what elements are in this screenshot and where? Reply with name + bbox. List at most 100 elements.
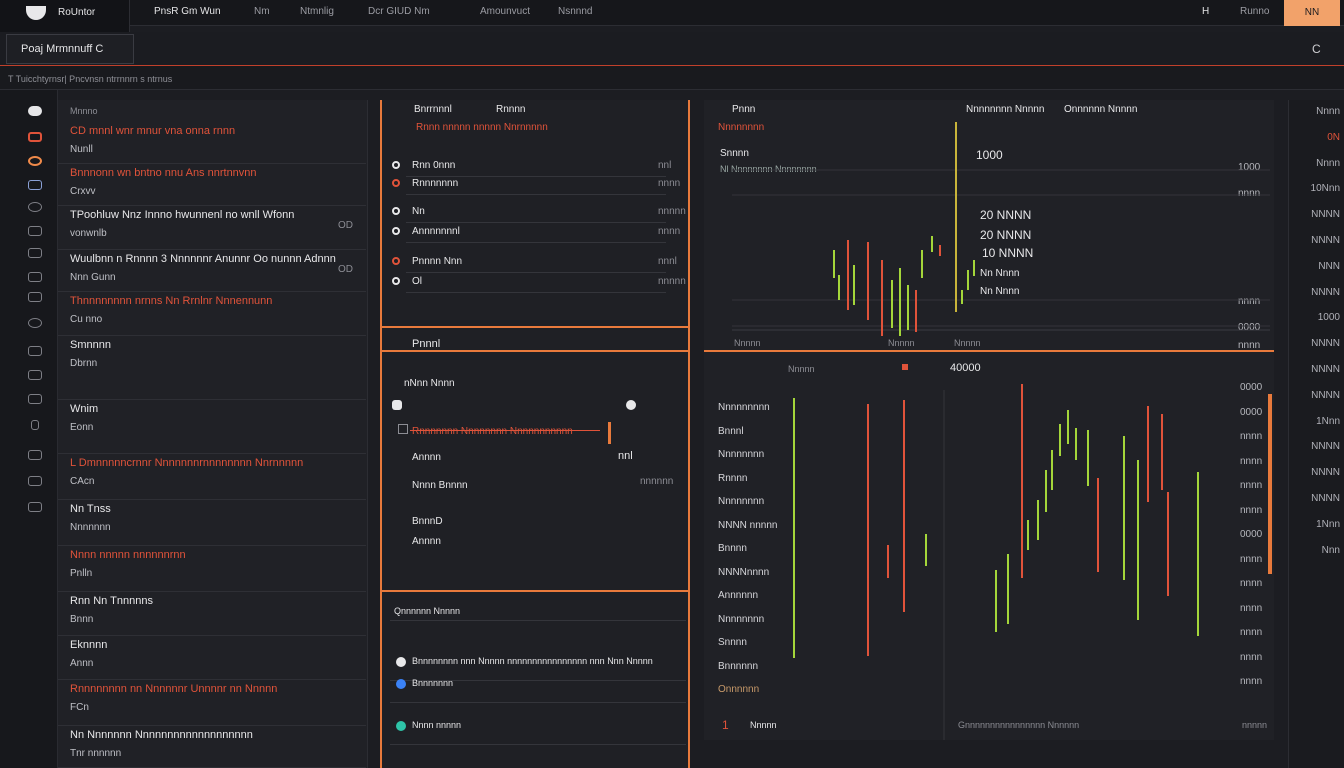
left-label: Onnnnnn	[718, 684, 760, 695]
bell-icon[interactable]	[28, 346, 42, 356]
right-value: NNNN	[1311, 286, 1340, 298]
bottom-axis-label: nnnn	[1240, 431, 1263, 442]
watchlist-row[interactable]: Bnnnonn wn bntno nnu Ans nnrtnnvnn Crxvv	[58, 164, 366, 206]
watchlist-row[interactable]: Wuulbnn n Rnnnn 3 Nnnnnnr Anunnr Oo nunn…	[58, 250, 366, 292]
watchlist-row[interactable]: Rnnnnnnnn nn Nnnnnnr Unnnnr nn Nnnnn FCn	[58, 680, 366, 726]
symbol-tab[interactable]: Poaj Mrmnnuff C	[6, 34, 134, 64]
login-link[interactable]: Runno	[1240, 6, 1269, 17]
watchlist-row[interactable]: Nn Tnss Nnnnnnn	[58, 500, 366, 546]
close-icon[interactable]: C	[1312, 42, 1321, 56]
mid-item[interactable]: Nnnn Bnnnn	[412, 480, 468, 491]
chart-canvas[interactable]	[704, 100, 1274, 740]
legend-1[interactable]: Nnnnn	[888, 338, 915, 348]
watchlist-row[interactable]: Smnnnn Dbrnn	[58, 336, 366, 400]
right-value: NNN	[1318, 260, 1340, 272]
nav-item-1[interactable]: Nm	[254, 6, 270, 17]
bottom-axis-label: nnnn	[1240, 627, 1263, 638]
brand-area[interactable]: RoUntor	[0, 0, 130, 32]
mid-item[interactable]: Annnn	[412, 452, 441, 463]
book-divider-1	[382, 326, 688, 328]
watchlist-row[interactable]: Nnnn nnnnn nnnnnnrnn Pnlln	[58, 546, 366, 592]
book-divider-3	[382, 590, 688, 592]
settings-icon[interactable]	[28, 318, 42, 328]
nav-item-3[interactable]: Dcr GIUD Nm	[368, 6, 430, 17]
left-label: NNNN nnnnn	[718, 519, 778, 531]
mid-item[interactable]: Annnn	[412, 536, 441, 547]
watchlist-sub: Pnlln	[70, 568, 93, 579]
watchlist-sub: Nunll	[70, 144, 93, 155]
grid-icon[interactable]	[28, 248, 42, 258]
watchlist-row[interactable]: Rnn Nn Tnnnnns Bnnn	[58, 592, 366, 636]
left-label: Bnnnl	[718, 425, 744, 437]
bolt-icon[interactable]	[392, 400, 402, 410]
watchlist-row[interactable]: L Dmnnnnncrnnr Nnnnnnnrnnnnnnnn Nnrnnnnn…	[58, 454, 366, 500]
book-item-value: nnnn	[658, 226, 681, 237]
list-icon[interactable]	[28, 226, 42, 236]
order-book-panel: Bnrrnnnl Rnnnn Rnnn nnnnn nnnnn Nnrnnnnn…	[380, 100, 690, 768]
book-item-name[interactable]: Nn	[412, 206, 425, 217]
bottom-item[interactable]: Bnnnnnnn	[412, 678, 453, 688]
watchlist-row[interactable]: Nn Nnnnnnn Nnnnnnnnnnnnnnnnnnn Tnr nnnnnn	[58, 726, 366, 768]
right-value: NNNN	[1311, 467, 1340, 479]
left-rail	[0, 90, 58, 768]
target-icon[interactable]	[28, 156, 42, 166]
watchlist-title: Rnnnnnnnn nn Nnnnnnr Unnnnr nn Nnnnn	[70, 683, 278, 695]
nav-item-5[interactable]: Nsnnnd	[558, 6, 592, 17]
help-icon[interactable]	[28, 476, 42, 486]
layers-icon[interactable]	[28, 272, 42, 282]
watchlist-title: Nn Nnnnnnn Nnnnnnnnnnnnnnnnnnn	[70, 729, 253, 741]
gear-icon[interactable]	[28, 450, 42, 460]
left-label: Snnnn	[718, 637, 747, 648]
legend-2[interactable]: Nnnnn	[954, 338, 981, 348]
cloud-icon[interactable]	[28, 106, 42, 116]
book-alert[interactable]: Rnnn nnnnn nnnnn Nnrnnnnn	[416, 122, 548, 133]
moon-icon[interactable]	[626, 400, 636, 410]
chart-icon[interactable]	[28, 292, 42, 302]
watchlist-row[interactable]: CD mnnl wnr mnur vna onna rnnn Nunll	[58, 122, 366, 164]
mid-item[interactable]: nNnn Nnnn	[404, 378, 455, 389]
mid-item[interactable]: Rnnnnnnn Nnnnnnnn Nnnnnnnnnnn	[412, 426, 573, 437]
bottom-axis-label: nnnn	[1240, 578, 1263, 589]
book-item-name[interactable]: Annnnnnnl	[412, 226, 460, 237]
legend-0[interactable]: Nnnnn	[734, 338, 761, 348]
nav-item-2[interactable]: Ntmnlig	[300, 6, 334, 17]
arrow-icon[interactable]: H	[1202, 6, 1209, 17]
nav-item-4[interactable]: Amounvuct	[480, 6, 530, 17]
dot-icon[interactable]	[31, 420, 39, 430]
watchlist-row[interactable]: Wnim Eonn	[58, 400, 366, 454]
indicator-label[interactable]: Nnnnn	[788, 364, 815, 374]
book-item-name[interactable]: Pnnnn Nnn	[412, 256, 462, 267]
left-label: Nnnnnnnn	[718, 496, 765, 507]
user-icon[interactable]	[28, 370, 42, 380]
watchlist-sub: Nnn Gunn	[70, 272, 116, 283]
bottom-item[interactable]: Bnnnnnnnn nnn Nnnnn nnnnnnnnnnnnnnnn nnn…	[412, 656, 653, 666]
watchlist-title: TPoohluw Nnz Innno hwunnenl no wnll Wfon…	[70, 209, 295, 221]
watchlist-title: Thnnnnnnnn nrnns Nn Rrnlnr Nnnennunn	[70, 295, 273, 307]
nav-item-0[interactable]: PnsR Gm Wun	[154, 6, 221, 17]
mid-item[interactable]: BnnnD	[412, 516, 443, 527]
book-item-name[interactable]: Rnn 0nnn	[412, 160, 455, 171]
menu-icon[interactable]	[28, 502, 42, 512]
watchlist-title: Rnn Nn Tnnnnns	[70, 595, 153, 607]
checkbox[interactable]	[398, 424, 408, 434]
star-icon[interactable]	[28, 394, 42, 404]
user-button[interactable]: NN	[1284, 0, 1340, 26]
watchlist-row[interactable]: TPoohluw Nnz Innno hwunnenl no wnll Wfon…	[58, 206, 366, 250]
watchlist-value: OD	[338, 220, 353, 231]
chat-icon[interactable]	[28, 180, 42, 190]
book-item-icon	[392, 161, 400, 169]
book-item-name[interactable]: Ol	[412, 276, 422, 287]
watchlist-row[interactable]: Thnnnnnnnn nrnns Nn Rrnlnr Nnnennunn Cu n…	[58, 292, 366, 336]
info-icon[interactable]	[28, 202, 42, 212]
scroll-handle[interactable]	[1268, 394, 1272, 574]
bottom-axis-label: nnnn	[1240, 480, 1263, 491]
bottom-item-icon	[396, 721, 406, 731]
bottom-item-line	[390, 702, 686, 703]
watchlist-row[interactable]: Eknnnn Annn	[58, 636, 366, 680]
right-value: Nnn	[1321, 544, 1340, 556]
book-item-name[interactable]: Rnnnnnnn	[412, 178, 458, 189]
alert-icon[interactable]	[28, 132, 42, 142]
bottom-item[interactable]: Nnnn nnnnn	[412, 720, 461, 730]
logo-icon	[26, 6, 46, 20]
watchlist-header: Mnnno	[70, 106, 98, 116]
